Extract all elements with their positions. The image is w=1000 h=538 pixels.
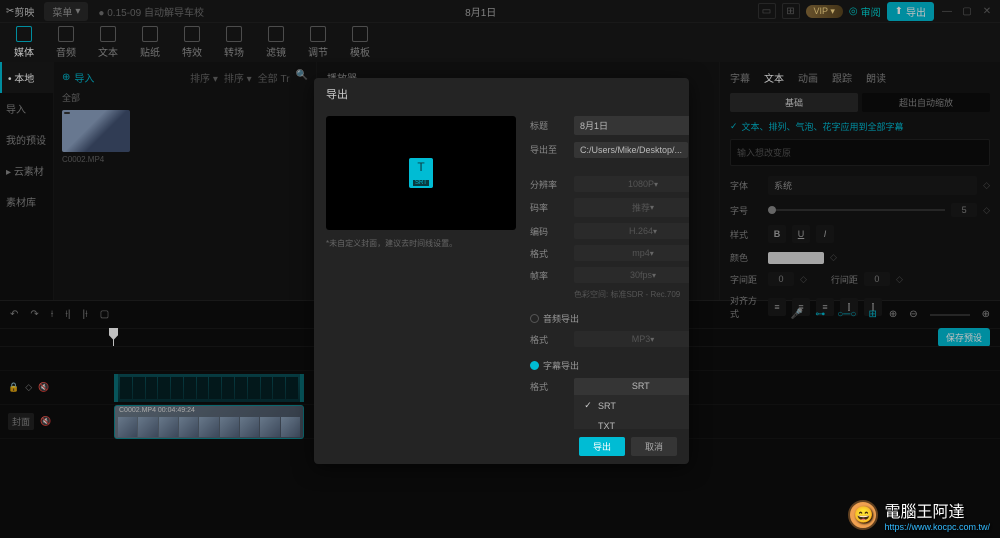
res-label: 分辨率 [530, 178, 568, 191]
audio-format-field: MP3▾ [574, 331, 689, 347]
watermark: 😄 電腦王阿達 https://www.kocpc.com.tw/ [848, 498, 990, 532]
path-field: C:/Users/Mike/Desktop/... [574, 142, 688, 158]
bitrate-field: 推荐▾ [574, 198, 689, 217]
audio-section-label: 音频导出 [543, 312, 579, 325]
res-field: 1080P▾ [574, 176, 689, 192]
subtitle-format-label: 格式 [530, 380, 568, 393]
modal-cancel-button[interactable]: 取消 [631, 437, 677, 456]
codec-field: H.264▾ [574, 223, 689, 239]
subtitle-format-dropdown[interactable]: SRT▴ ✓SRT TXT [574, 378, 689, 395]
fps-label: 帧率 [530, 269, 568, 282]
subtitle-section-label: 字幕导出 [543, 359, 579, 372]
dropdown-list: ✓SRT TXT [574, 395, 689, 429]
title-label: 标题 [530, 119, 568, 132]
codec-label: 编码 [530, 225, 568, 238]
dropdown-option-srt[interactable]: ✓SRT [574, 395, 689, 416]
export-modal: 导出 *未自定义封面，建议去时间线设置。 标题 8月1日 导出至 C:/Users/… [314, 78, 689, 464]
bitrate-label: 码率 [530, 201, 568, 214]
cover-preview[interactable] [326, 116, 516, 230]
format-field: mp4▾ [574, 245, 689, 261]
watermark-name: 電腦王阿達 [884, 498, 990, 522]
audio-format-label: 格式 [530, 333, 568, 346]
path-label: 导出至 [530, 143, 568, 156]
watermark-url: https://www.kocpc.com.tw/ [884, 522, 990, 532]
size-hint: 色彩空间: 标准SDR - Rec.709 [530, 289, 689, 300]
subtitle-radio[interactable] [530, 361, 539, 370]
dropdown-option-txt[interactable]: TXT [574, 416, 689, 429]
format-label: 格式 [530, 247, 568, 260]
watermark-avatar: 😄 [848, 500, 878, 530]
cover-hint: *未自定义封面，建议去时间线设置。 [326, 238, 516, 249]
modal-title: 导出 [314, 78, 689, 110]
modal-export-button[interactable]: 导出 [579, 437, 625, 456]
srt-file-icon [409, 158, 433, 188]
title-field[interactable]: 8月1日 [574, 116, 689, 135]
fps-field: 30fps▾ [574, 267, 689, 283]
audio-radio[interactable] [530, 314, 539, 323]
